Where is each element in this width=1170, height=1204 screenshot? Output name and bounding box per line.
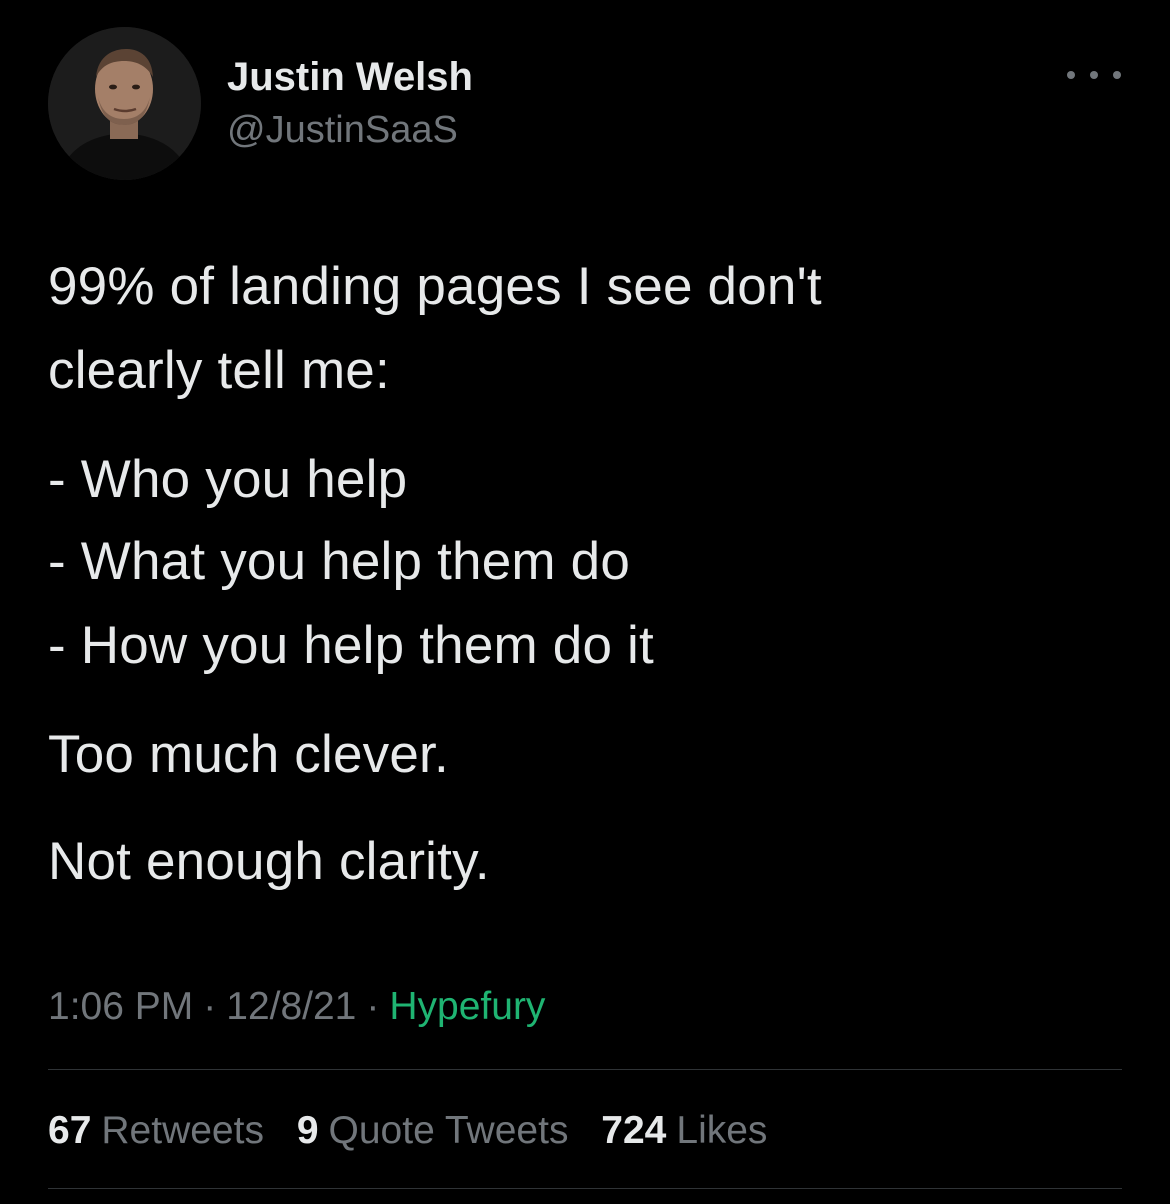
likes-label: Likes (676, 1109, 768, 1152)
tweet-text-line: Too much clever. (48, 725, 449, 784)
tweet-text-line: - How you help them do it (48, 616, 654, 675)
tweet-source-link[interactable]: Hypefury (389, 985, 545, 1028)
avatar[interactable] (48, 27, 201, 180)
likes-stat[interactable]: 724 Likes (601, 1109, 767, 1152)
separator: · (203, 985, 217, 1028)
retweets-stat[interactable]: 67 Retweets (48, 1109, 264, 1152)
quote-tweets-stat[interactable]: 9 Quote Tweets (297, 1109, 569, 1152)
tweet-time[interactable]: 1:06 PM (48, 985, 193, 1028)
tweet-date[interactable]: 12/8/21 (226, 985, 356, 1028)
separator: · (366, 985, 380, 1028)
quote-tweets-count: 9 (296, 1109, 319, 1152)
more-dot (1067, 71, 1075, 79)
author-name[interactable]: Justin Welsh (227, 52, 473, 102)
tweet: Justin Welsh @JustinSaaS 99% of landing … (0, 0, 1170, 1204)
tweet-text-line: clearly tell me: (48, 341, 390, 400)
tweet-stats: 67 Retweets 9 Quote Tweets 724 Likes (48, 1106, 789, 1156)
more-icon[interactable] (1067, 60, 1121, 90)
tweet-text-line: Not enough clarity. (48, 832, 490, 891)
tweet-text-line: - What you help them do (48, 532, 631, 591)
author-handle[interactable]: @JustinSaaS (227, 105, 458, 155)
tweet-text-line: - Who you help (48, 450, 408, 509)
more-dot (1113, 71, 1121, 79)
quote-tweets-label: Quote Tweets (328, 1109, 569, 1152)
likes-count: 724 (601, 1109, 667, 1152)
tweet-metadata: 1:06 PM · 12/8/21 · Hypefury (48, 982, 545, 1032)
retweets-count: 67 (48, 1109, 92, 1152)
retweets-label: Retweets (101, 1109, 264, 1152)
divider (48, 1069, 1122, 1070)
avatar-portrait (48, 27, 201, 180)
tweet-text-line: 99% of landing pages I see don't (48, 257, 822, 316)
more-dot (1090, 71, 1098, 79)
divider (48, 1188, 1122, 1189)
